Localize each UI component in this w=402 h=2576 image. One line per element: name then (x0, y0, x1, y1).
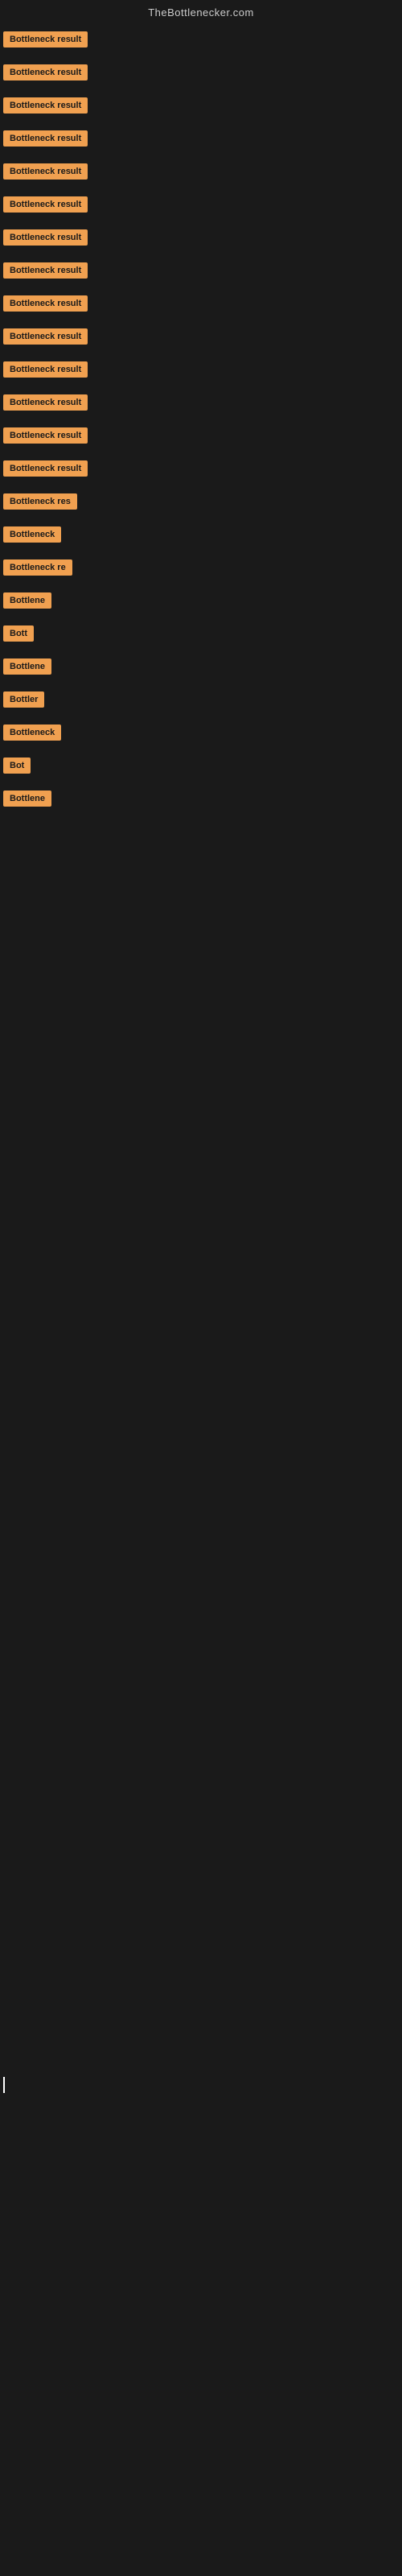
list-item: Bot (0, 751, 402, 784)
bottleneck-badge[interactable]: Bottleneck result (3, 361, 88, 378)
bottleneck-badge[interactable]: Bottler (3, 691, 44, 708)
list-item: Bottleneck result (0, 91, 402, 124)
bottleneck-badge[interactable]: Bottleneck result (3, 97, 88, 114)
bottleneck-badge[interactable]: Bottleneck result (3, 427, 88, 444)
bottleneck-badge[interactable]: Bottleneck result (3, 31, 88, 47)
bottleneck-badge[interactable]: Bottleneck result (3, 262, 88, 279)
list-item: Bottleneck res (0, 487, 402, 520)
list-item: Bottler (0, 685, 402, 718)
list-item: Bottleneck result (0, 190, 402, 223)
list-item: Bottleneck result (0, 58, 402, 91)
list-item: Bottleneck result (0, 157, 402, 190)
list-item: Bott (0, 619, 402, 652)
bottleneck-badge[interactable]: Bottlene (3, 791, 51, 807)
list-item: Bottleneck result (0, 322, 402, 355)
list-item: Bottleneck (0, 718, 402, 751)
list-item: Bottleneck re (0, 553, 402, 586)
bottleneck-badge[interactable]: Bottlene (3, 658, 51, 675)
list-item: Bottlene (0, 586, 402, 619)
list-item: Bottleneck result (0, 223, 402, 256)
list-item: Bottleneck result (0, 25, 402, 58)
list-item: Bottleneck result (0, 289, 402, 322)
bottleneck-badge[interactable]: Bottleneck result (3, 64, 88, 80)
bottleneck-badge[interactable]: Bottleneck result (3, 295, 88, 312)
cursor (3, 2077, 5, 2093)
bottleneck-badge[interactable]: Bottleneck result (3, 460, 88, 477)
bottleneck-badge[interactable]: Bottleneck result (3, 394, 88, 411)
site-header: TheBottlenecker.com (0, 0, 402, 22)
bottleneck-badge[interactable]: Bottleneck result (3, 196, 88, 213)
list-item: Bottleneck result (0, 421, 402, 454)
bottleneck-badge[interactable]: Bottleneck (3, 724, 61, 741)
bottleneck-badge[interactable]: Bottleneck result (3, 229, 88, 246)
items-container: Bottleneck result Bottleneck result Bottle… (0, 22, 402, 817)
bottleneck-badge[interactable]: Bottleneck result (3, 163, 88, 180)
bottleneck-badge[interactable]: Bottlene (3, 592, 51, 609)
list-item: Bottlene (0, 784, 402, 817)
list-item: Bottleneck result (0, 355, 402, 388)
bottleneck-badge[interactable]: Bottleneck res (3, 493, 77, 510)
bottleneck-badge[interactable]: Bot (3, 758, 31, 774)
bottleneck-badge[interactable]: Bottleneck result (3, 328, 88, 345)
bottleneck-badge[interactable]: Bottleneck result (3, 130, 88, 147)
list-item: Bottleneck result (0, 256, 402, 289)
list-item: Bottleneck (0, 520, 402, 553)
list-item: Bottlene (0, 652, 402, 685)
list-item: Bottleneck result (0, 454, 402, 487)
bottleneck-badge[interactable]: Bottleneck (3, 526, 61, 543)
list-item: Bottleneck result (0, 388, 402, 421)
bottleneck-badge[interactable]: Bottleneck re (3, 559, 72, 576)
bottleneck-badge[interactable]: Bott (3, 625, 34, 642)
list-item: Bottleneck result (0, 124, 402, 157)
